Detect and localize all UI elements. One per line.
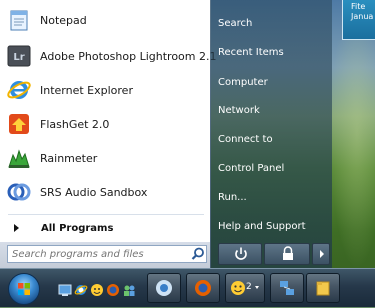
gadget-line-2: Janua (351, 12, 374, 21)
start-button[interactable] (8, 273, 40, 305)
media-player-icon (156, 280, 172, 296)
place-recent-items[interactable]: Recent Items (218, 42, 326, 64)
power-icon (235, 247, 247, 260)
gadget-line-1: Fite (351, 2, 366, 11)
program-flashget[interactable]: FlashGet 2.0 (6, 109, 206, 139)
places-pane: Search Recent Items Computer Network Con… (210, 0, 332, 268)
internet-explorer-quicklaunch-icon[interactable] (74, 282, 88, 296)
place-search[interactable]: Search (218, 13, 326, 35)
internet-explorer-icon (6, 77, 32, 103)
flashget-icon (6, 111, 32, 137)
search-row (0, 242, 210, 268)
show-desktop-icon[interactable] (58, 282, 72, 296)
program-lightroom[interactable]: Lr Adobe Photoshop Lightroom 2.1 (6, 41, 216, 71)
all-programs-button[interactable]: All Programs (14, 220, 113, 236)
taskbar-button-messenger[interactable]: 2 (225, 273, 265, 303)
program-label: SRS Audio Sandbox (40, 185, 148, 199)
place-connect-to[interactable]: Connect to (218, 129, 326, 151)
lightroom-badge-text: Lr (13, 52, 24, 63)
search-icon[interactable] (190, 246, 206, 262)
search-input[interactable] (7, 245, 207, 263)
taskbar-button-media-player[interactable] (147, 273, 181, 303)
lock-icon (283, 246, 293, 260)
power-button[interactable] (218, 243, 262, 265)
program-label: Notepad (40, 13, 87, 27)
program-internet-explorer[interactable]: Internet Explorer (6, 75, 206, 105)
calendar-gadget[interactable]: Fite Janua (342, 0, 375, 40)
place-network[interactable]: Network (218, 100, 326, 122)
firefox-icon (195, 280, 211, 296)
programs-separator (8, 214, 204, 215)
power-bar (218, 243, 330, 265)
program-notepad[interactable]: Notepad (6, 5, 206, 35)
lock-button[interactable] (264, 243, 310, 265)
all-programs-label: All Programs (41, 222, 114, 234)
folder-icon (316, 281, 330, 296)
program-label: Internet Explorer (40, 83, 133, 97)
rainmeter-icon (6, 145, 32, 171)
taskbar: 2 (0, 268, 375, 307)
place-run[interactable]: Run... (218, 187, 326, 209)
network-icon (280, 281, 294, 295)
messenger-count: 2 (246, 282, 252, 292)
taskbar-button-network[interactable] (270, 273, 304, 303)
program-label: Adobe Photoshop Lightroom 2.1 (40, 49, 217, 63)
start-menu: Notepad Lr Adobe Photoshop Lightroom 2.1 (0, 0, 332, 268)
windows-logo-icon (18, 283, 30, 295)
place-help-and-support[interactable]: Help and Support (218, 216, 326, 238)
messenger-quicklaunch-icon[interactable] (90, 282, 104, 296)
program-rainmeter[interactable]: Rainmeter (6, 143, 206, 173)
place-computer[interactable]: Computer (218, 72, 326, 94)
program-srs-audio-sandbox[interactable]: SRS Audio Sandbox (6, 177, 206, 207)
chevron-right-icon (320, 250, 324, 258)
lightroom-icon: Lr (6, 43, 32, 69)
program-label: FlashGet 2.0 (40, 117, 110, 131)
messenger-icon (231, 281, 259, 295)
taskbar-button-folder[interactable] (306, 273, 340, 303)
place-control-panel[interactable]: Control Panel (218, 158, 326, 180)
shutdown-options-button[interactable] (312, 243, 330, 265)
users-quicklaunch-icon[interactable] (122, 282, 136, 296)
arrow-right-icon (14, 224, 19, 232)
programs-pane: Notepad Lr Adobe Photoshop Lightroom 2.1 (0, 0, 216, 268)
taskbar-button-firefox[interactable] (186, 273, 220, 303)
firefox-quicklaunch-icon[interactable] (106, 282, 120, 296)
program-label: Rainmeter (40, 151, 98, 165)
srs-audio-sandbox-icon (6, 179, 32, 205)
notepad-icon (6, 7, 32, 33)
